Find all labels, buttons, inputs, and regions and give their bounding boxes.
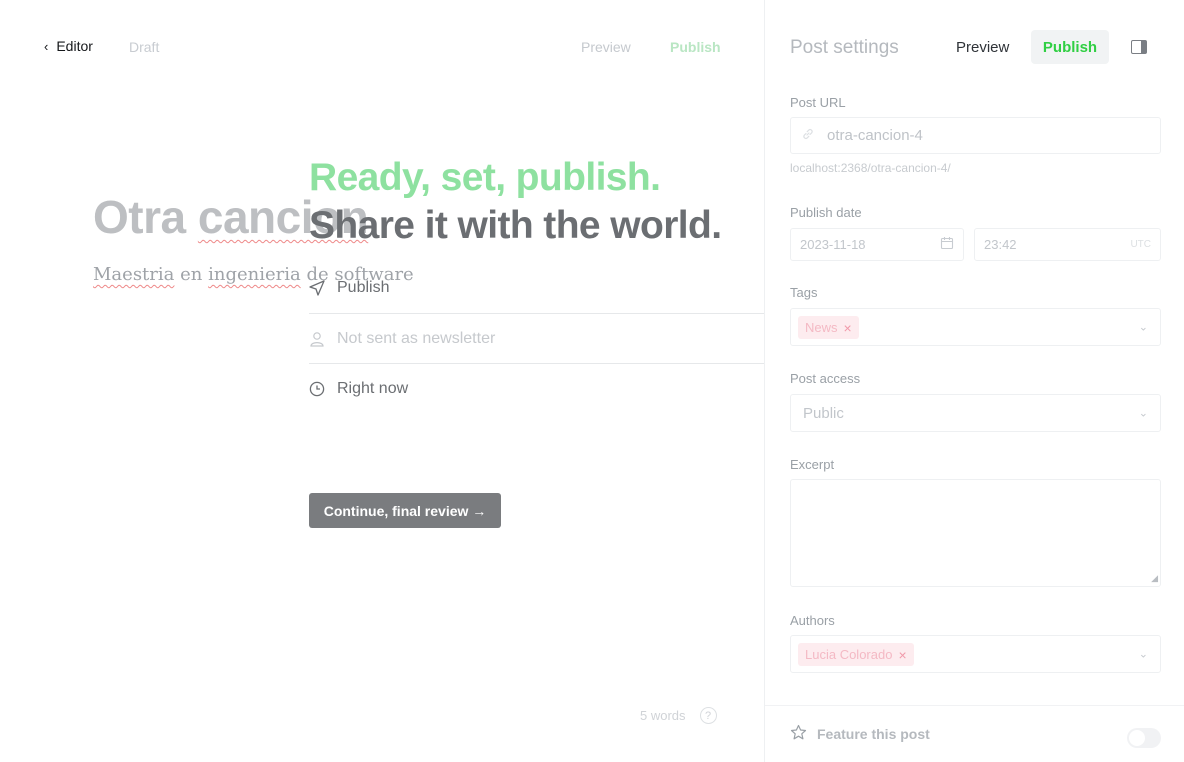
subtitle-word: Maestria <box>93 264 175 285</box>
publish-time-label: Right now <box>337 379 409 397</box>
remove-tag-icon[interactable]: × <box>844 320 852 336</box>
post-access-label: Post access <box>790 371 861 386</box>
author-token: Lucia Colorado × <box>798 643 914 666</box>
remove-author-icon[interactable]: × <box>898 647 906 663</box>
post-url-label: Post URL <box>790 95 846 110</box>
newsletter-label: Not sent as newsletter <box>337 329 496 347</box>
post-url-hint: localhost:2368/otra-cancion-4/ <box>790 161 951 175</box>
tag-token-label: News <box>805 320 838 335</box>
preview-button[interactable]: Preview <box>956 39 1009 56</box>
chevron-down-icon: ⌄ <box>1138 648 1148 661</box>
calendar-icon[interactable] <box>940 236 954 253</box>
word-count: 5 words ? <box>640 707 717 724</box>
authors-label: Authors <box>790 613 835 628</box>
tag-token: News × <box>798 316 859 339</box>
subtitle-word: en <box>174 264 209 285</box>
authors-input[interactable]: Lucia Colorado × ⌄ <box>790 635 1161 673</box>
editor-preview-button[interactable]: Preview <box>581 39 631 55</box>
clock-icon <box>309 381 325 397</box>
post-status: Draft <box>129 39 160 55</box>
help-icon[interactable]: ? <box>699 707 717 724</box>
continue-final-review-button[interactable]: Continue, final review → <box>309 493 501 528</box>
back-to-editor-link[interactable]: ‹ Editor <box>44 38 93 54</box>
sidebar-toggle-icon[interactable] <box>1131 40 1147 54</box>
link-icon <box>801 127 815 145</box>
time-value: 23:42 <box>984 237 1017 252</box>
sidebar-title: Post settings <box>790 37 899 58</box>
post-url-input[interactable]: otra-cancion-4 <box>790 117 1161 154</box>
user-icon <box>309 331 325 347</box>
send-icon <box>309 280 325 296</box>
tags-label: Tags <box>790 285 818 300</box>
subtitle-word: ingenieria <box>208 264 301 285</box>
publish-date-label: Publish date <box>790 205 862 220</box>
chevron-left-icon: ‹ <box>44 38 49 54</box>
feature-post-label: Feature this post <box>817 726 930 742</box>
resize-handle-icon[interactable]: ◢ <box>1151 573 1158 584</box>
excerpt-textarea[interactable]: ◢ <box>790 479 1161 587</box>
publish-time-input[interactable]: 23:42 UTC <box>974 228 1161 261</box>
date-value: 2023-11-18 <box>800 237 866 252</box>
feature-post-row[interactable]: Feature this post <box>765 705 1184 762</box>
back-link-label: Editor <box>56 38 93 54</box>
publish-button[interactable]: Publish <box>1031 30 1109 64</box>
feature-post-toggle[interactable] <box>1127 728 1161 748</box>
post-access-select[interactable]: Public ⌄ <box>790 394 1161 432</box>
author-token-label: Lucia Colorado <box>805 647 893 662</box>
publish-type-label: Publish <box>337 279 390 296</box>
publish-date-input[interactable]: 2023-11-18 <box>790 228 964 261</box>
post-settings-sidebar: Post settings Preview Publish Post URL o… <box>764 0 1184 762</box>
timezone-label: UTC <box>1130 239 1151 250</box>
post-title-part: Otra <box>93 191 198 243</box>
word-count-label: 5 words <box>640 708 686 723</box>
chevron-down-icon: ⌄ <box>1138 321 1148 334</box>
tags-input[interactable]: News × ⌄ <box>790 308 1161 346</box>
post-url-value: otra-cancion-4 <box>827 127 923 144</box>
post-access-value: Public <box>803 404 844 422</box>
editor-publish-button[interactable]: Publish <box>670 39 721 55</box>
star-icon <box>790 724 807 744</box>
excerpt-label: Excerpt <box>790 457 835 472</box>
chevron-down-icon: ⌄ <box>1138 407 1148 420</box>
